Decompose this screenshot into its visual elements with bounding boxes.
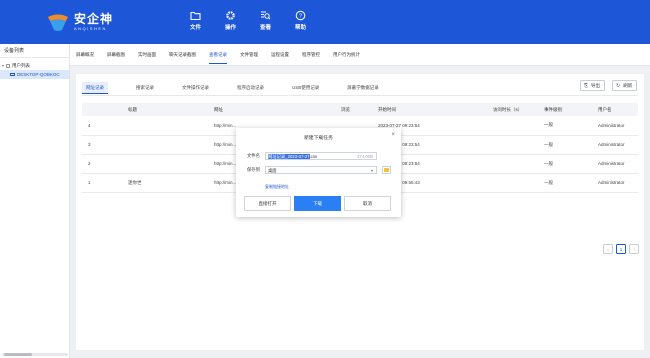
open-directly-button[interactable]: 直接打开 [244,196,291,211]
folder-icon [384,168,389,172]
filename-label: 文件名 [247,153,260,158]
filename-input[interactable]: 网址记录_2023-07-27.csv 374.00B [265,152,377,160]
save-location-select[interactable]: 桌面 [265,166,377,174]
filename-selected-text: 网址记录_2023-07-27 [268,154,310,159]
cancel-button[interactable]: 取消 [344,196,391,211]
download-button[interactable]: 下载 [294,196,341,211]
copy-link-button[interactable]: 复制链接地址 [265,184,289,190]
dialog-overlay: 新建下载任务 × 文件名 网址记录_2023-07-27.csv 374.00B… [0,0,650,358]
close-icon[interactable]: × [391,132,395,138]
dialog-buttons: 直接打开 下载 取消 [244,196,394,211]
save-location-value: 桌面 [268,168,277,173]
dialog-title: 新建下载任务 [304,136,333,141]
browse-folder-button[interactable] [382,166,391,174]
save-location-label: 保存到 [247,167,260,172]
filename-row: 文件名 网址记录_2023-07-27.csv 374.00B [247,152,377,160]
save-location-row: 保存到 桌面 [247,166,391,174]
filename-ext: .csv [309,154,318,159]
download-dialog: 新建下载任务 × 文件名 网址记录_2023-07-27.csv 374.00B… [236,128,401,217]
file-size: 374.00B [356,154,373,159]
